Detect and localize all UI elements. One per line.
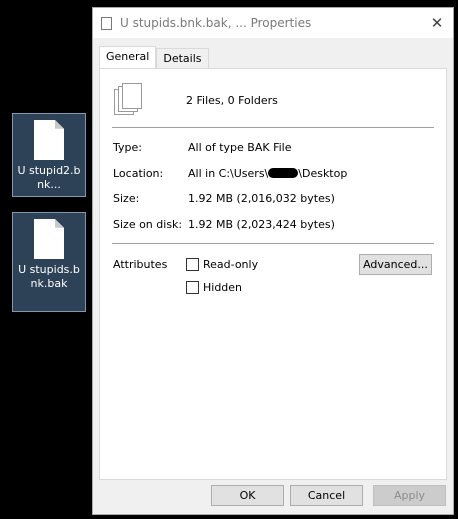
hidden-checkbox[interactable]: Hidden [186, 281, 242, 294]
read-only-checkbox[interactable]: Read-only [186, 258, 258, 271]
advanced-button[interactable]: Advanced... [359, 254, 432, 275]
location-label: Location: [113, 167, 164, 180]
multiple-files-icon [114, 83, 146, 119]
type-label: Type: [113, 141, 142, 154]
divider [112, 127, 434, 128]
desktop-file-stupid2[interactable]: U stupid2.bnk... [12, 113, 86, 197]
size-on-disk-label: Size on disk: [113, 218, 183, 231]
redaction-mark [268, 168, 299, 178]
hidden-label: Hidden [203, 281, 243, 294]
general-panel: 2 Files, 0 Folders Type: All of type BAK… [99, 68, 447, 480]
read-only-label: Read-only [203, 258, 259, 271]
size-value: 1.92 MB (2,016,032 bytes) [188, 192, 335, 205]
cancel-button[interactable]: Cancel [290, 485, 363, 506]
desktop-file-label: U stupid2.bnk... [17, 164, 81, 191]
type-value: All of type BAK File [188, 141, 292, 154]
size-on-disk-value: 1.92 MB (2,023,424 bytes) [188, 218, 335, 231]
attributes-label: Attributes [113, 258, 168, 271]
checkbox-box[interactable] [186, 281, 199, 294]
apply-button[interactable]: Apply [373, 485, 446, 506]
tab-general[interactable]: General [99, 46, 157, 68]
selection-summary: 2 Files, 0 Folders [186, 94, 278, 107]
tab-strip: General Details [99, 46, 209, 68]
desktop-file-stupids[interactable]: U stupids.bnk.bak [12, 212, 86, 312]
size-label: Size: [113, 192, 140, 205]
file-icon [101, 16, 112, 30]
properties-dialog: U stupids.bnk.bak, ... Properties ✕ Gene… [92, 7, 454, 515]
ok-button[interactable]: OK [211, 485, 284, 506]
window-title: U stupids.bnk.bak, ... Properties [120, 16, 312, 30]
divider [112, 243, 434, 244]
tab-details[interactable]: Details [156, 48, 209, 68]
file-icon [34, 219, 64, 259]
title-bar[interactable]: U stupids.bnk.bak, ... Properties ✕ [93, 8, 453, 38]
close-icon: ✕ [430, 14, 444, 32]
checkbox-box[interactable] [186, 258, 199, 271]
location-value: All in C:\Users\ \Desktop [188, 167, 348, 180]
file-icon [34, 120, 64, 160]
desktop-file-label: U stupids.bnk.bak [18, 263, 80, 290]
close-button[interactable]: ✕ [421, 8, 453, 38]
